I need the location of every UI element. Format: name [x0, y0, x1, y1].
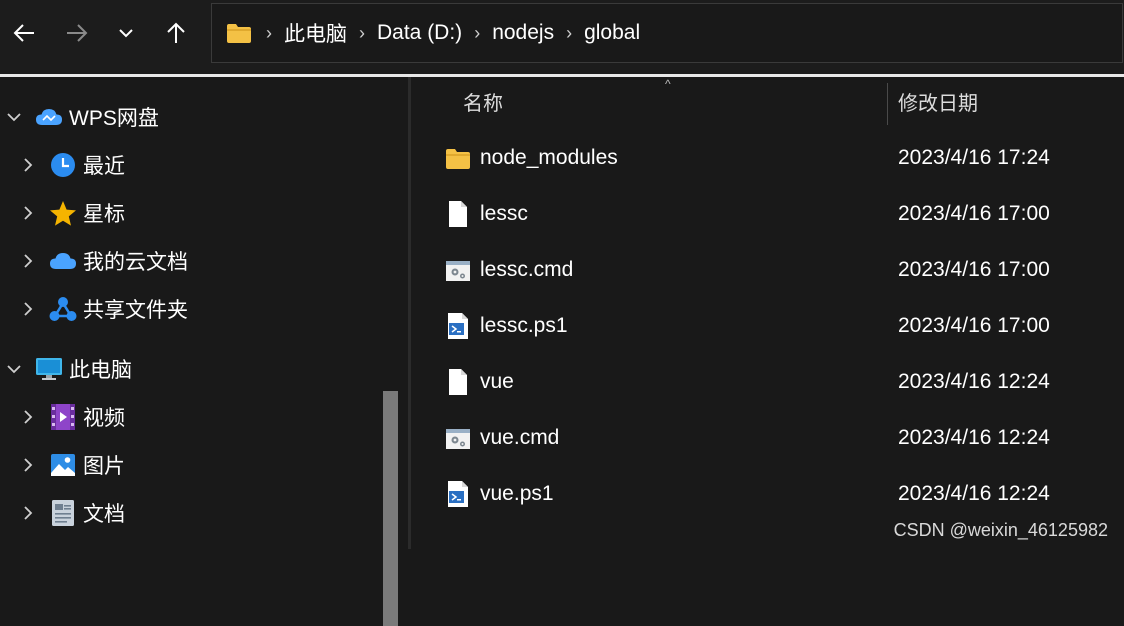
sidebar-item-label: 此电脑: [69, 359, 132, 382]
chevron-down-icon[interactable]: [6, 109, 22, 125]
sidebar-item-label: 文档: [83, 503, 125, 526]
file-date: 2023/4/16 17:24: [898, 146, 1050, 169]
chevron-right-icon[interactable]: [20, 301, 36, 317]
file-name[interactable]: vue.ps1: [480, 482, 554, 506]
chevron-right-icon[interactable]: [20, 253, 36, 269]
picture-icon: [49, 451, 77, 479]
breadcrumb-global[interactable]: global: [584, 21, 640, 45]
file-date: 2023/4/16 17:00: [898, 202, 1050, 225]
navigation-pane: WPS网盘 最近 星标 我的云文档 共享文件夹 此电脑 视频 图片 文档: [0, 77, 408, 626]
sidebar-item-label: 共享文件夹: [83, 299, 188, 322]
chevron-down-icon[interactable]: [6, 361, 22, 377]
sidebar-item-label: WPS网盘: [69, 107, 159, 130]
file-date: 2023/4/16 12:24: [898, 370, 1050, 393]
breadcrumb-data-drive[interactable]: Data (D:): [377, 21, 462, 45]
breadcrumb-nodejs[interactable]: nodejs: [492, 21, 554, 45]
file-date: 2023/4/16 12:24: [898, 426, 1050, 449]
chevron-right-icon[interactable]: [20, 157, 36, 173]
column-header-name[interactable]: 名称: [463, 77, 883, 125]
file-icon: [449, 369, 467, 395]
file-row[interactable]: vue.cmd 2023/4/16 12:24: [411, 411, 1124, 467]
breadcrumb-separator[interactable]: ›: [359, 23, 365, 44]
sidebar-item-label: 视频: [83, 407, 125, 430]
cmd-script-icon: [446, 429, 470, 449]
chevron-right-icon[interactable]: [20, 505, 36, 521]
up-button[interactable]: [156, 12, 196, 54]
document-icon: [49, 499, 77, 527]
computer-icon: [35, 355, 63, 383]
file-name[interactable]: lessc.ps1: [480, 314, 568, 338]
breadcrumb-separator[interactable]: ›: [474, 23, 480, 44]
breadcrumb-separator[interactable]: ›: [566, 23, 572, 44]
watermark: CSDN @weixin_46125982: [893, 520, 1108, 540]
folder-icon: [446, 149, 470, 169]
sidebar-item-documents[interactable]: 文档: [0, 489, 400, 537]
file-row[interactable]: vue 2023/4/16 12:24: [411, 355, 1124, 411]
file-date: 2023/4/16 17:00: [898, 314, 1050, 337]
file-row[interactable]: node_modules 2023/4/16 17:24: [411, 131, 1124, 187]
sidebar-item-videos[interactable]: 视频: [0, 393, 400, 441]
forward-arrow-icon: [67, 24, 88, 42]
chevron-right-icon[interactable]: [20, 457, 36, 473]
powershell-script-icon: [448, 481, 468, 507]
file-row[interactable]: lessc 2023/4/16 17:00: [411, 187, 1124, 243]
chevron-down-icon: [119, 29, 133, 38]
forward-button[interactable]: [57, 12, 97, 54]
back-arrow-icon: [13, 24, 34, 42]
file-row[interactable]: vue.ps1 2023/4/16 12:24: [411, 467, 1124, 523]
file-name[interactable]: node_modules: [480, 146, 618, 170]
chevron-right-icon[interactable]: [20, 409, 36, 425]
breadcrumb-this-pc[interactable]: 此电脑: [284, 18, 347, 48]
breadcrumb-separator[interactable]: ›: [266, 23, 272, 44]
folder-icon: [227, 24, 251, 43]
sidebar-item-my-cloud-docs[interactable]: 我的云文档: [0, 237, 400, 285]
sidebar-item-shared-folders[interactable]: 共享文件夹: [0, 285, 400, 333]
sidebar-item-pictures[interactable]: 图片: [0, 441, 400, 489]
sidebar-item-label: 图片: [83, 455, 125, 478]
sidebar-item-this-pc[interactable]: 此电脑: [0, 345, 400, 393]
recent-locations-button[interactable]: [106, 12, 146, 54]
sidebar-item-recent[interactable]: 最近: [0, 141, 400, 189]
chevron-right-icon[interactable]: [20, 205, 36, 221]
file-name[interactable]: lessc.cmd: [480, 258, 573, 282]
clock-icon: [49, 151, 77, 179]
column-header-date-modified[interactable]: 修改日期: [898, 77, 1124, 125]
star-icon: [49, 199, 77, 227]
sidebar-item-wps-cloud[interactable]: WPS网盘: [0, 93, 400, 141]
back-button[interactable]: [4, 12, 44, 54]
up-arrow-icon: [167, 22, 185, 43]
column-resize-handle[interactable]: [887, 83, 888, 125]
sidebar-item-label: 最近: [83, 155, 125, 178]
wps-cloud-icon: [35, 103, 63, 131]
file-icon: [449, 201, 467, 227]
sidebar-item-label: 星标: [83, 203, 125, 226]
sidebar-item-label: 我的云文档: [83, 251, 188, 274]
file-name[interactable]: vue: [480, 370, 514, 394]
file-date: 2023/4/16 12:24: [898, 482, 1050, 505]
cloud-icon: [49, 247, 77, 275]
navigation-bar: › 此电脑 › Data (D:) › nodejs › global: [0, 0, 1124, 74]
file-row[interactable]: lessc.cmd 2023/4/16 17:00: [411, 243, 1124, 299]
sidebar-item-starred[interactable]: 星标: [0, 189, 400, 237]
video-icon: [49, 403, 77, 431]
powershell-script-icon: [448, 313, 468, 339]
file-row[interactable]: lessc.ps1 2023/4/16 17:00: [411, 299, 1124, 355]
address-bar[interactable]: › 此电脑 › Data (D:) › nodejs › global: [211, 3, 1123, 63]
share-icon: [49, 295, 77, 323]
file-list: ^ 名称 修改日期 node_modules 2023/4/16 17:24 l…: [411, 77, 1124, 549]
sidebar-scrollbar[interactable]: [383, 391, 398, 626]
file-name[interactable]: lessc: [480, 202, 528, 226]
file-date: 2023/4/16 17:00: [898, 258, 1050, 281]
file-name[interactable]: vue.cmd: [480, 426, 559, 450]
cmd-script-icon: [446, 261, 470, 281]
